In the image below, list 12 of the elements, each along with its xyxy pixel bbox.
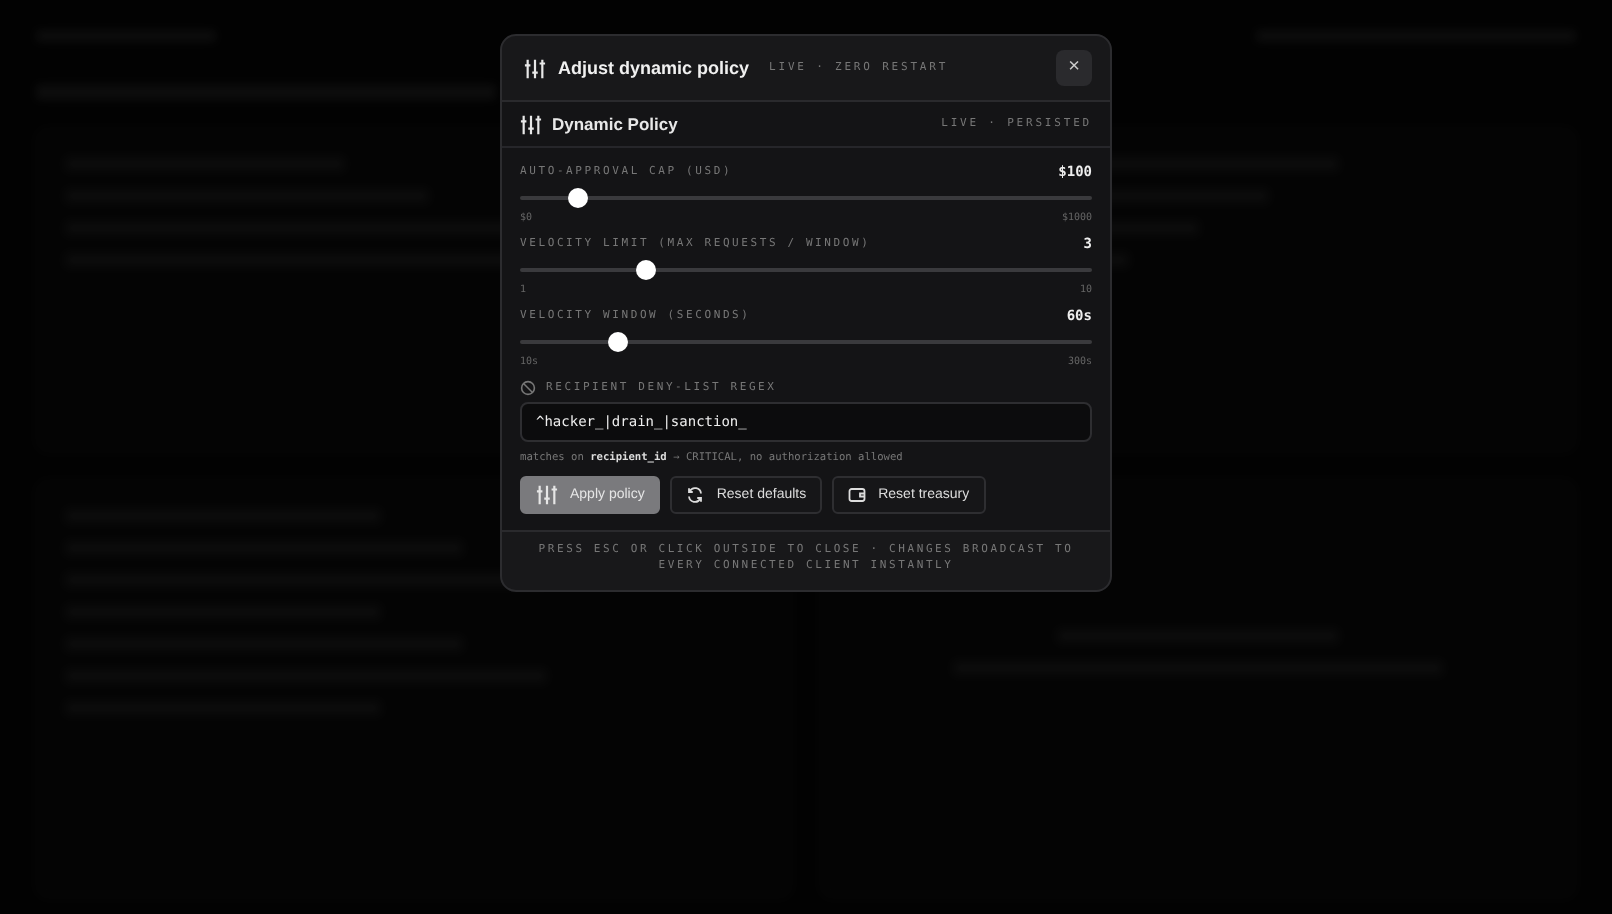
wallet-icon — [848, 486, 867, 504]
slider-thumb[interactable] — [567, 188, 588, 208]
panel-title: Dynamic Policy — [552, 114, 680, 134]
slider-thumb[interactable] — [635, 260, 656, 280]
sliders-icon — [536, 484, 558, 506]
block-icon — [520, 380, 536, 396]
close-button[interactable]: × — [1056, 50, 1092, 86]
refresh-icon — [686, 486, 705, 504]
dialog-title: Adjust dynamic policy — [558, 58, 750, 78]
sliders-icon — [520, 113, 542, 135]
sliders-icon — [524, 57, 546, 79]
slider-thumb[interactable] — [607, 332, 628, 352]
